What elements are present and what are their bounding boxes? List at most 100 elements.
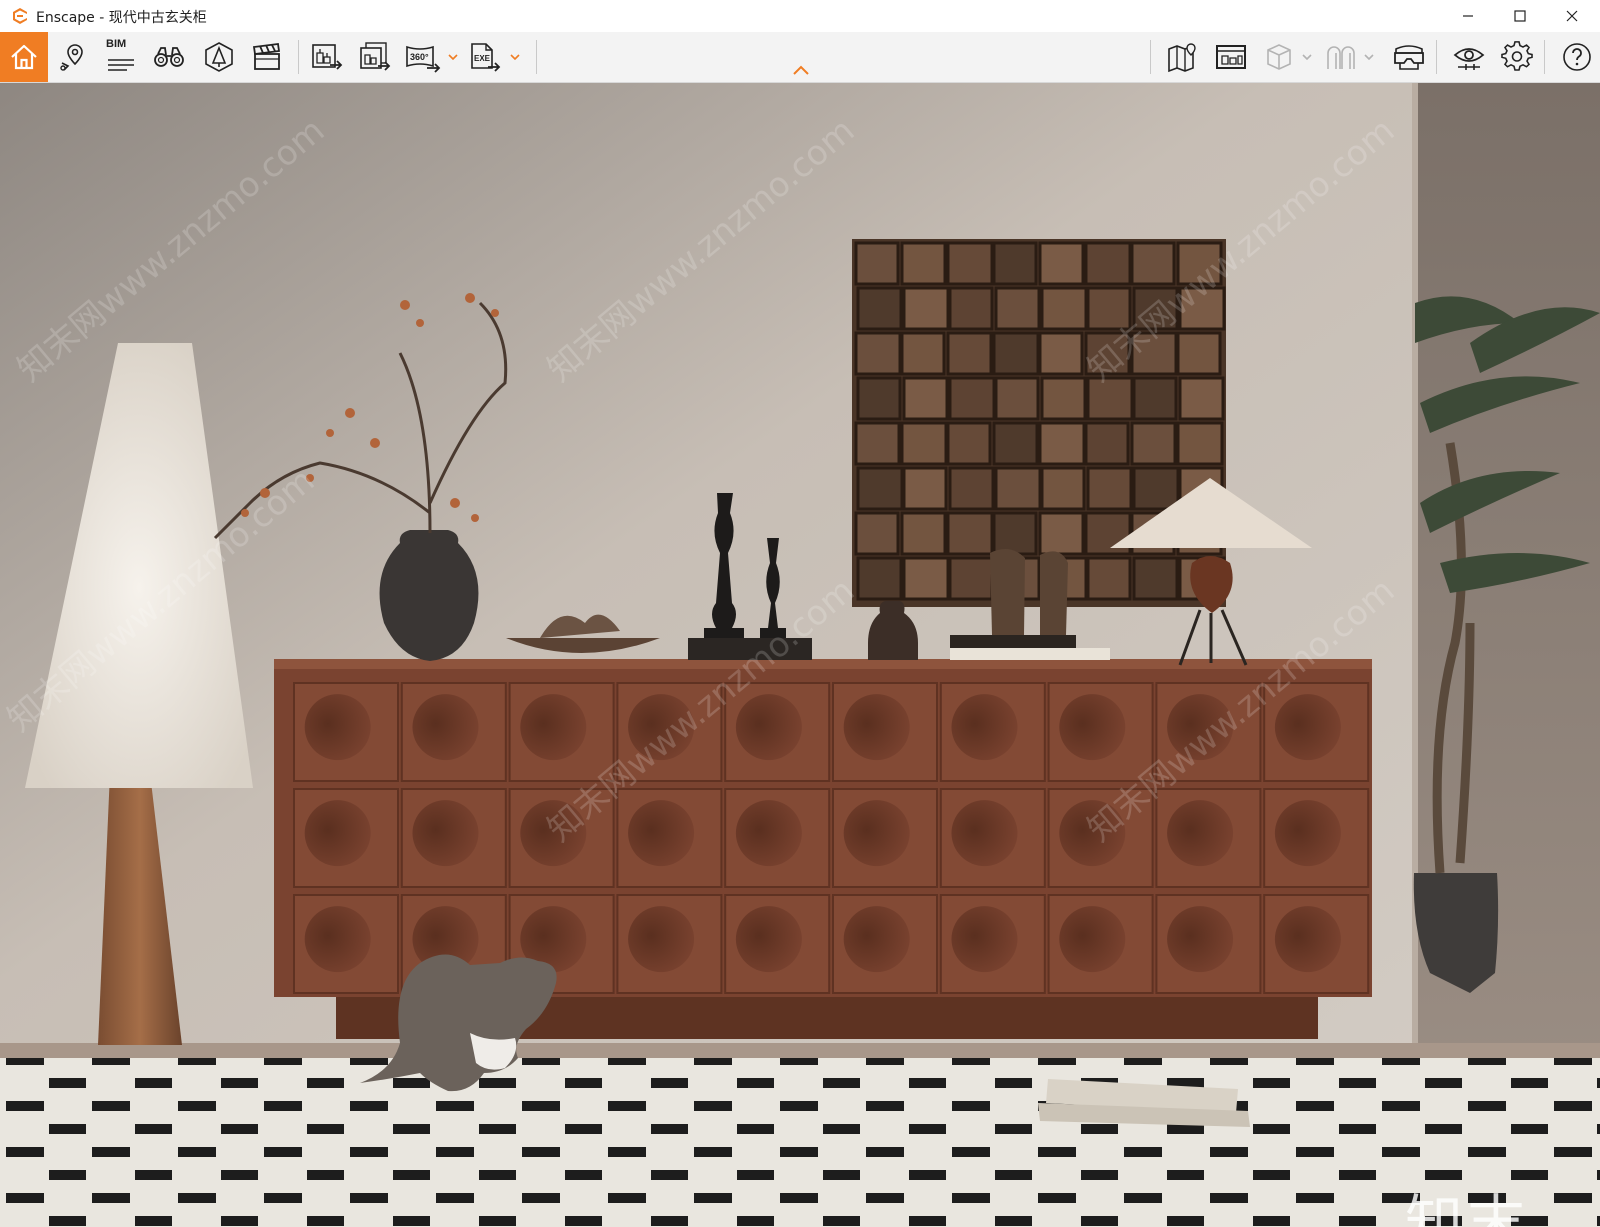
walk-dropdown[interactable] xyxy=(1362,32,1376,82)
cabinet-circular-pull xyxy=(843,694,910,761)
wood-block xyxy=(1040,466,1086,511)
cube-dropdown[interactable] xyxy=(1300,32,1314,82)
render-image-button[interactable] xyxy=(304,32,350,82)
wood-block xyxy=(994,376,1040,421)
cube-icon xyxy=(1267,44,1291,70)
wood-block xyxy=(946,421,992,466)
cabinet-circular-pull xyxy=(1274,694,1341,761)
cabinet-circular-pull xyxy=(951,694,1018,761)
render-image-icon xyxy=(312,44,343,70)
wood-block xyxy=(1040,376,1087,421)
cabinet-circular-pull xyxy=(304,906,371,973)
wood-block xyxy=(948,376,996,421)
wood-block xyxy=(902,466,948,511)
wood-block xyxy=(854,331,902,376)
asset-library-icon xyxy=(205,42,233,72)
export-exe-label: EXE xyxy=(474,54,491,63)
wood-block xyxy=(992,421,1039,466)
render-360-button[interactable]: 360° xyxy=(400,32,446,82)
cabinet-circular-pull xyxy=(628,800,695,867)
capture-views-button[interactable] xyxy=(1208,32,1254,82)
export-exe-icon: EXE xyxy=(471,43,501,72)
wood-block xyxy=(1132,556,1179,601)
cabinet-circular-pull xyxy=(412,694,479,761)
asset-library-button[interactable] xyxy=(196,32,242,82)
map-button[interactable] xyxy=(1160,32,1206,82)
wood-block xyxy=(900,421,948,466)
minimize-button[interactable] xyxy=(1442,0,1494,32)
cabinet-circular-pull xyxy=(735,906,802,973)
cabinet-circular-pull xyxy=(628,906,695,973)
cabinet-circular-pull xyxy=(843,906,910,973)
cabinet-circular-pull xyxy=(735,800,802,867)
wood-block xyxy=(1040,286,1088,331)
chevron-down-icon xyxy=(510,54,520,60)
general-settings-button[interactable] xyxy=(1494,32,1540,82)
wood-block xyxy=(900,511,947,556)
cabinet-circular-pull xyxy=(1274,906,1341,973)
views-icon xyxy=(1216,45,1246,69)
vr-headset-icon xyxy=(1394,45,1424,70)
patterned-rug xyxy=(0,1058,1600,1227)
cube-button[interactable] xyxy=(1256,32,1302,82)
scene-render: 知末网www.znzmo.com 知末网www.znzmo.com 知末网www… xyxy=(0,83,1600,1227)
wood-block xyxy=(856,556,903,601)
toolbar-separator xyxy=(536,40,537,74)
wood-block xyxy=(1084,241,1132,286)
collapse-toolbar-button[interactable] xyxy=(789,62,813,78)
bim-label: BIM xyxy=(106,38,127,50)
wood-block xyxy=(1178,376,1225,421)
gear-icon xyxy=(1501,41,1533,71)
wood-block xyxy=(854,511,900,556)
wood-block xyxy=(854,421,901,466)
wood-block xyxy=(902,286,950,331)
cabinet-circular-pull xyxy=(304,800,371,867)
walk-icon xyxy=(1327,46,1355,69)
wood-block xyxy=(1130,421,1177,466)
title-bar: Enscape - 现代中古玄关柜 xyxy=(0,0,1600,32)
walk-button[interactable] xyxy=(1318,32,1364,82)
bim-button[interactable]: BIM xyxy=(98,32,144,82)
export-exe-button[interactable]: EXE xyxy=(462,32,508,82)
cabinet-circular-pull xyxy=(412,800,479,867)
clapperboard-icon xyxy=(252,42,281,70)
visual-settings-button[interactable] xyxy=(1446,32,1492,82)
render-360-dropdown[interactable] xyxy=(446,32,460,82)
help-button[interactable] xyxy=(1554,32,1600,82)
wood-block xyxy=(992,511,1038,556)
wood-block xyxy=(994,466,1042,511)
wood-block xyxy=(1038,241,1085,286)
render-viewport[interactable]: 知末网www.znzmo.com 知末网www.znzmo.com 知末网www… xyxy=(0,83,1600,1227)
wood-block xyxy=(948,556,994,601)
close-button[interactable] xyxy=(1546,0,1598,32)
wood-block xyxy=(856,376,902,421)
wood-block xyxy=(1132,376,1178,421)
wood-block xyxy=(1086,556,1132,601)
vr-headset-button[interactable] xyxy=(1386,32,1432,82)
cabinet-circular-pull xyxy=(1167,906,1234,973)
wood-block xyxy=(856,466,904,511)
video-editor-button[interactable] xyxy=(244,32,290,82)
panorama-360-icon: 360° xyxy=(406,45,441,73)
wood-block xyxy=(948,466,995,511)
toolbar-separator xyxy=(1150,40,1151,74)
export-dropdown[interactable] xyxy=(508,32,522,82)
toolbar-separator xyxy=(1436,40,1437,74)
wood-block xyxy=(900,331,946,376)
toolbar-separator xyxy=(298,40,299,74)
batch-render-icon xyxy=(360,42,391,71)
cabinet-circular-pull xyxy=(1059,694,1126,761)
cabinet-circular-pull xyxy=(1274,800,1341,867)
chevron-down-icon xyxy=(1364,54,1374,60)
maximize-button[interactable] xyxy=(1494,0,1546,32)
home-button[interactable] xyxy=(0,32,48,82)
binoculars-button[interactable] xyxy=(146,32,192,82)
cabinet-circular-pull xyxy=(1167,800,1234,867)
render-360-label: 360° xyxy=(410,52,429,62)
minimize-icon xyxy=(1463,15,1473,17)
wood-block xyxy=(992,331,1040,376)
batch-render-button[interactable] xyxy=(352,32,398,82)
wood-block xyxy=(994,286,1041,331)
cabinet-circular-pull xyxy=(304,694,371,761)
pin-button[interactable] xyxy=(50,32,96,82)
